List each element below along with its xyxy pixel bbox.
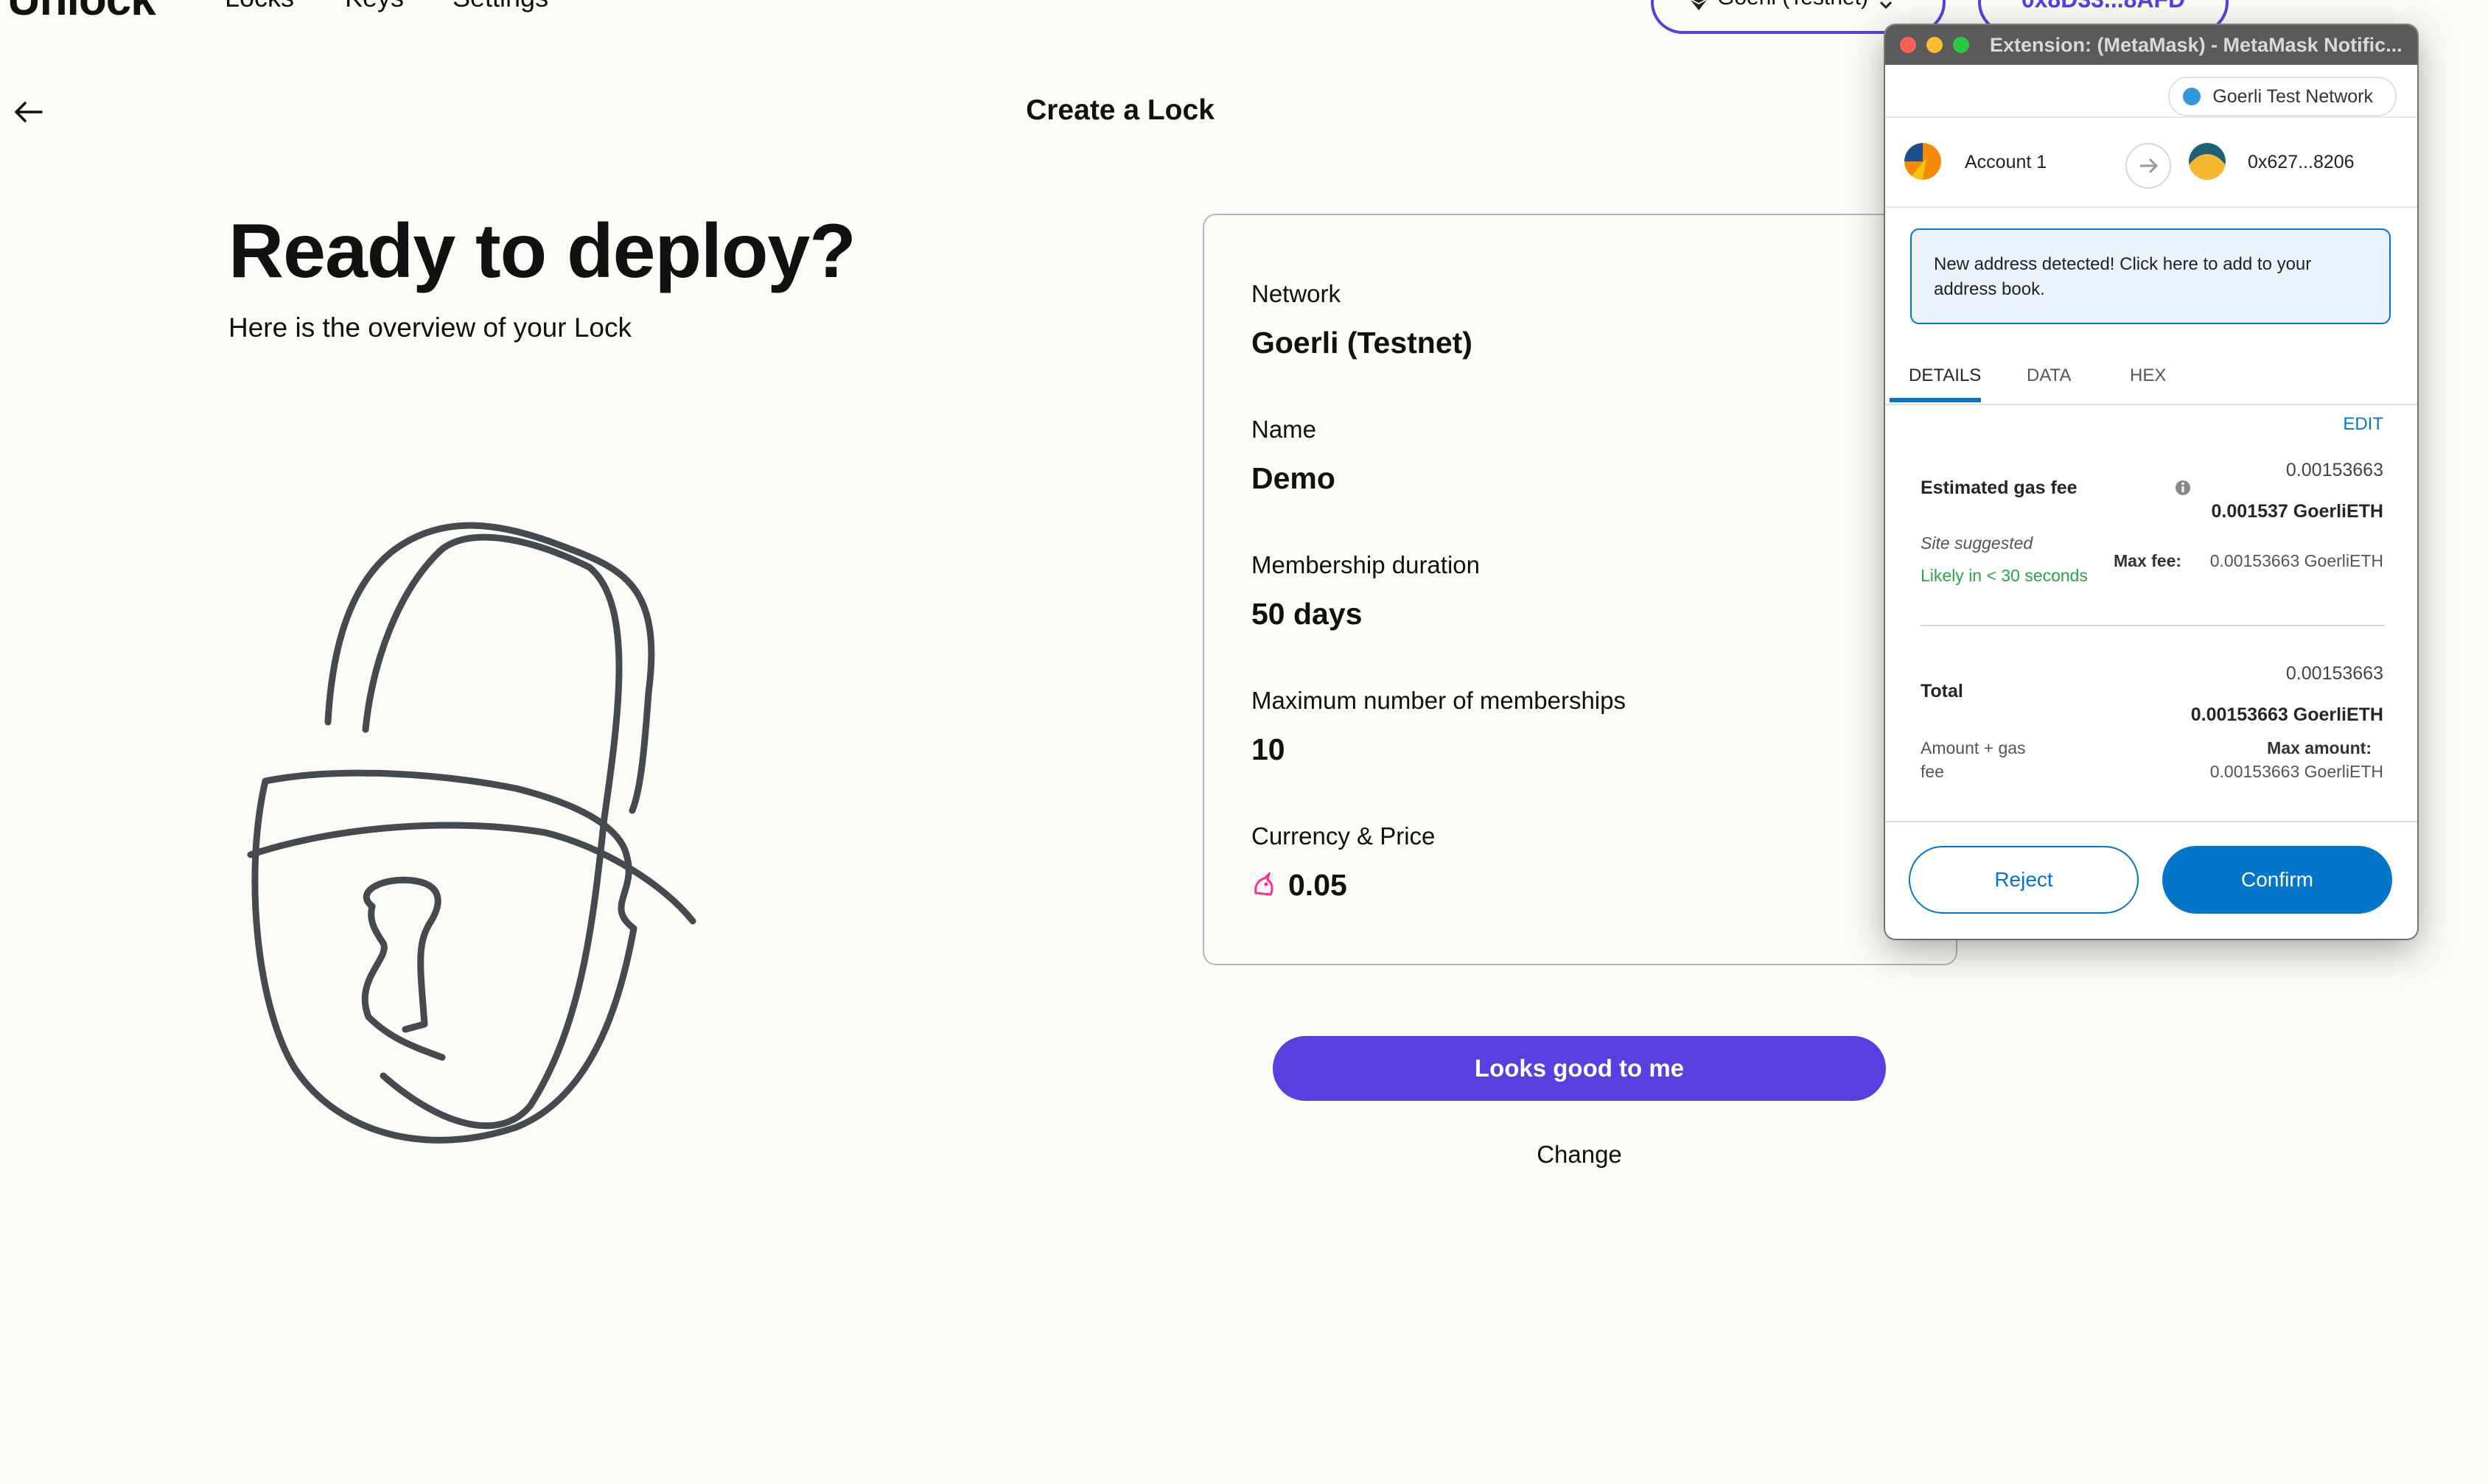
footer-divider [1885, 821, 2417, 822]
chevron-down-icon [1880, 1, 1893, 10]
max-amount-label: Max amount: [2267, 738, 2372, 757]
transfer-arrow-icon [2125, 143, 2171, 189]
nav-link-locks[interactable]: Locks [225, 0, 294, 13]
new-address-notice[interactable]: New address detected! Click here to add … [1910, 228, 2391, 324]
account-1-avatar [1904, 143, 1941, 180]
network-label: Network [1251, 280, 1341, 307]
change-button[interactable]: Change [1273, 1141, 1886, 1169]
name-label: Name [1251, 416, 1317, 443]
unlock-logo[interactable]: Unlock [7, 0, 156, 26]
name-value: Demo [1251, 461, 1335, 495]
gas-fee-label: Estimated gas fee [1921, 477, 2078, 498]
info-icon[interactable] [2174, 479, 2192, 497]
window-minimize-button[interactable] [1926, 37, 1943, 53]
recipient-avatar [2189, 143, 2226, 180]
nav-link-settings[interactable]: Settings [452, 0, 548, 13]
nav-link-keys[interactable]: Keys [345, 0, 404, 13]
reject-button[interactable]: Reject [1909, 846, 2139, 914]
max-fee-label: Max fee: [2114, 551, 2182, 570]
metamask-network-label: Goerli Test Network [2212, 85, 2373, 107]
ethereum-icon [1691, 0, 1707, 10]
tab-data[interactable]: DATA [2027, 365, 2071, 386]
window-title: Extension: (MetaMask) - MetaMask Notific… [1990, 33, 2403, 56]
amount-gas-label-1: Amount + gas [1921, 738, 2026, 757]
duration-value: 50 days [1251, 597, 1363, 631]
amount-gas-label-2: fee [1921, 762, 1944, 781]
active-tab-indicator [1890, 398, 1981, 402]
window-close-button[interactable] [1900, 37, 1916, 53]
max-fee-value: 0.00153663 GoerliETH [2209, 551, 2383, 570]
metamask-network-pill[interactable]: Goerli Test Network [2168, 77, 2397, 116]
hero-heading: Ready to deploy? [228, 209, 856, 294]
network-selector-label: Goerli (Testnet) [1717, 0, 1868, 10]
metamask-popup: Extension: (MetaMask) - MetaMask Notific… [1885, 25, 2417, 939]
total-amount-bold: 0.00153663 GoerliETH [2190, 704, 2383, 725]
section-divider [1921, 625, 2385, 626]
lock-illustration [247, 522, 696, 1144]
likely-time-label: Likely in < 30 seconds [1921, 566, 2088, 585]
account-transfer-row: Account 1 0x627...8206 [1885, 116, 2417, 208]
max-memberships-value: 10 [1251, 732, 1285, 766]
network-status-dot [2183, 88, 2201, 105]
to-account-address: 0x627...8206 [2248, 152, 2355, 172]
max-amount-value: 0.00153663 GoerliETH [2209, 762, 2383, 781]
confirm-button[interactable]: Confirm [2162, 846, 2392, 914]
total-amount: 0.00153663 [2285, 663, 2383, 684]
gas-fee-amount: 0.00153663 [2285, 460, 2383, 480]
tab-details[interactable]: DETAILS [1909, 365, 1981, 386]
total-label: Total [1921, 681, 1963, 701]
edit-gas-button[interactable]: EDIT [2343, 414, 2383, 435]
max-memberships-label: Maximum number of memberships [1251, 687, 1626, 714]
duration-label: Membership duration [1251, 551, 1480, 578]
wallet-address: 0x8D33...8AFD [2022, 0, 2185, 13]
metamask-tabs: DETAILS DATA HEX [1885, 352, 2417, 405]
network-value: Goerli (Testnet) [1251, 326, 1472, 360]
price-value: 0.05 [1288, 868, 1347, 902]
currency-unicorn-icon [1254, 872, 1273, 896]
lock-summary-card: Network Goerli (Testnet) Name Demo Membe… [1203, 214, 1957, 965]
tab-hex[interactable]: HEX [2130, 365, 2166, 386]
metamask-titlebar: Extension: (MetaMask) - MetaMask Notific… [1885, 25, 2417, 65]
price-label: Currency & Price [1251, 822, 1436, 850]
window-zoom-button[interactable] [1953, 37, 1969, 53]
price-row: 0.05 [1251, 868, 1347, 903]
hero-subheading: Here is the overview of your Lock [228, 312, 632, 343]
from-account-name: Account 1 [1965, 152, 2047, 172]
site-suggested-label: Site suggested [1921, 533, 2033, 553]
gas-fee-amount-bold: 0.001537 GoerliETH [2211, 501, 2383, 522]
looks-good-button[interactable]: Looks good to me [1273, 1036, 1886, 1101]
